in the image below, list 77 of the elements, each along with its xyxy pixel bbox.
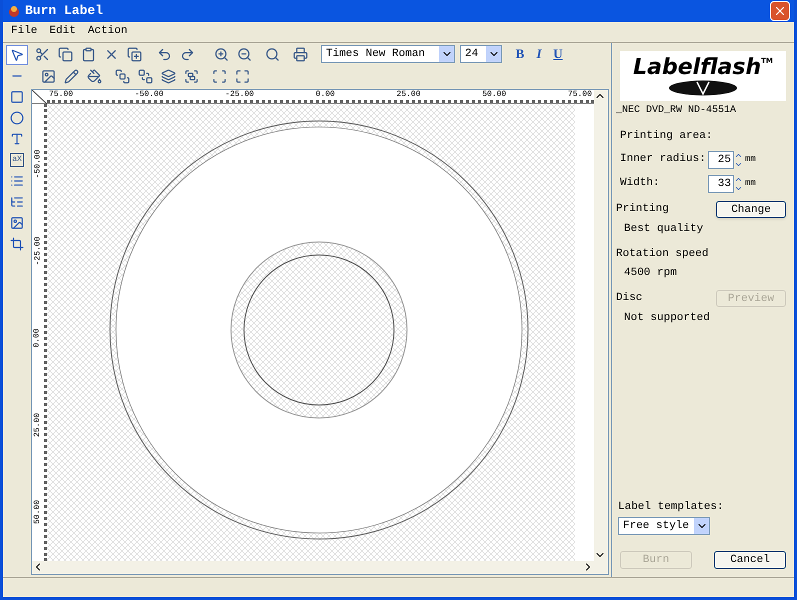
textbox-tool-button[interactable]: aX bbox=[6, 150, 28, 170]
pencil-icon bbox=[64, 68, 78, 84]
app-logo-icon bbox=[7, 4, 21, 18]
field-label: Width: bbox=[620, 176, 661, 192]
image-icon bbox=[10, 216, 24, 230]
templates-label: Label templates: bbox=[618, 500, 725, 514]
zoom-fit-icon bbox=[264, 46, 280, 62]
send-back-icon bbox=[138, 68, 152, 84]
layers-icon bbox=[160, 68, 176, 84]
action-button[interactable]: Change bbox=[716, 201, 786, 218]
logo-ellipse-icon bbox=[668, 80, 738, 96]
spin-field[interactable]: 25 bbox=[708, 150, 734, 168]
field-label: Inner radius: bbox=[620, 152, 707, 168]
ellipse-icon bbox=[10, 111, 24, 125]
ruler-corner-icon bbox=[32, 90, 47, 104]
ruler-label: 25.00 bbox=[396, 90, 421, 100]
group-icon bbox=[184, 68, 198, 84]
ruler-label: 0.00 bbox=[316, 90, 335, 100]
size-dropdown[interactable]: 24 bbox=[460, 45, 502, 63]
drive-name: _NEC DVD_RW ND-4551A bbox=[616, 104, 738, 118]
cut-icon bbox=[34, 46, 50, 62]
pointer-icon bbox=[10, 48, 24, 62]
section-value: Best quality bbox=[624, 222, 704, 236]
crop-icon bbox=[10, 237, 24, 251]
rectangle-icon bbox=[10, 90, 24, 104]
print-preview-icon bbox=[292, 46, 308, 62]
zoom-in-icon bbox=[214, 46, 228, 62]
redo-icon bbox=[180, 46, 194, 62]
pointer-tool-button[interactable] bbox=[6, 45, 28, 65]
paste-icon bbox=[80, 46, 96, 62]
spin-field[interactable]: 33 bbox=[708, 174, 734, 192]
ruler-label: 25.00 bbox=[32, 412, 43, 436]
bold-button[interactable]: B bbox=[511, 44, 529, 64]
close-button[interactable] bbox=[770, 1, 790, 21]
section-label: Disc bbox=[616, 291, 642, 306]
select-all-icon bbox=[212, 68, 226, 84]
menu-item[interactable]: Edit bbox=[49, 22, 76, 40]
section-value: 4500 rpm bbox=[624, 266, 678, 281]
fill-icon bbox=[86, 68, 102, 84]
undo-icon bbox=[156, 46, 172, 62]
ruler-label: 50.00 bbox=[32, 500, 43, 524]
vertical-scrollbar[interactable] bbox=[594, 90, 608, 561]
fit-selection-icon bbox=[234, 68, 250, 84]
close-icon bbox=[773, 4, 787, 18]
duplicate-icon bbox=[126, 46, 142, 62]
ruler-label: 75.00 bbox=[568, 90, 592, 100]
section-label: Printing bbox=[616, 202, 669, 218]
textbox-tool-label: aX bbox=[10, 153, 24, 167]
image-icon bbox=[40, 68, 56, 84]
bring-front-icon bbox=[114, 68, 130, 84]
unit-label: mm bbox=[745, 152, 756, 166]
ruler-label: -25.00 bbox=[32, 236, 43, 265]
ruler-label: -50.00 bbox=[32, 149, 43, 178]
underline-button[interactable]: U bbox=[549, 44, 567, 64]
horizontal-scrollbar[interactable] bbox=[32, 561, 608, 574]
section-label: Rotation speed bbox=[616, 246, 708, 262]
ruler-label: 50.00 bbox=[482, 90, 506, 100]
zoom-out-icon bbox=[236, 46, 252, 62]
font-dropdown[interactable]: Times New Roman bbox=[321, 45, 455, 63]
copy-icon bbox=[58, 46, 72, 62]
list-icon bbox=[10, 174, 24, 188]
menu-item[interactable]: Action bbox=[88, 22, 128, 40]
tree-icon bbox=[10, 195, 24, 209]
section-value: Not supported bbox=[624, 310, 711, 326]
logo-text: Labelflash bbox=[633, 56, 762, 80]
dialog-button[interactable]: Cancel bbox=[714, 551, 786, 569]
window-title: Burn Label bbox=[25, 2, 104, 20]
italic-button[interactable]: I bbox=[530, 44, 548, 64]
unit-label: mm bbox=[745, 176, 756, 190]
ruler-label: 0.00 bbox=[32, 328, 43, 348]
ruler-label: -25.00 bbox=[225, 90, 254, 100]
ruler-label: 75.00 bbox=[49, 90, 74, 100]
ruler-label: -50.00 bbox=[134, 90, 164, 100]
text-icon bbox=[10, 132, 24, 146]
menu-item[interactable]: File bbox=[11, 22, 38, 40]
templates-dropdown[interactable]: Free style bbox=[618, 517, 710, 535]
section-label: Printing area: bbox=[620, 129, 714, 144]
